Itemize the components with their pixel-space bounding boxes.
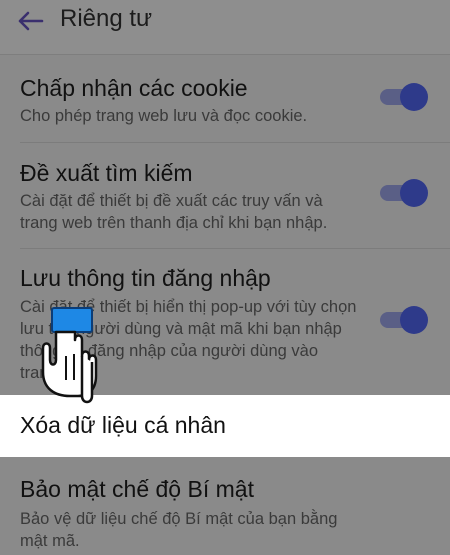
setting-title: Lưu thông tin đăng nhập [20,265,271,291]
pointing-hand-icon [41,307,98,404]
setting-row-search-suggestions[interactable]: Đề xuất tìm kiếm Cài đặt để thiết bị đề … [0,143,450,248]
cookies-toggle[interactable] [380,82,428,112]
toggle-knob [400,83,428,111]
toggle-knob [400,306,428,334]
save-login-toggle[interactable] [380,305,428,335]
setting-row-secret-mode-security[interactable]: Bảo mật chế độ Bí mật Bảo vệ dữ liệu chế… [0,458,450,555]
toggle-knob [400,179,428,207]
setting-description: Bảo vệ dữ liệu chế độ Bí mật của bạn bằn… [20,510,338,550]
setting-title: Bảo mật chế độ Bí mật [20,476,254,502]
setting-description: Cài đặt để thiết bị đề xuất các truy vấn… [20,192,328,232]
setting-title: Xóa dữ liệu cá nhân [20,412,226,438]
setting-title: Đề xuất tìm kiếm [20,160,193,186]
setting-title: Chấp nhận các cookie [20,75,248,101]
page-title: Riêng tư [60,5,153,32]
back-arrow-icon[interactable] [14,6,48,36]
setting-description: Cho phép trang web lưu và đọc cookie. [20,107,308,125]
app-header: Riêng tư [0,0,450,55]
setting-row-cookies[interactable]: Chấp nhận các cookie Cho phép trang web … [0,55,450,135]
search-suggestions-toggle[interactable] [380,178,428,208]
